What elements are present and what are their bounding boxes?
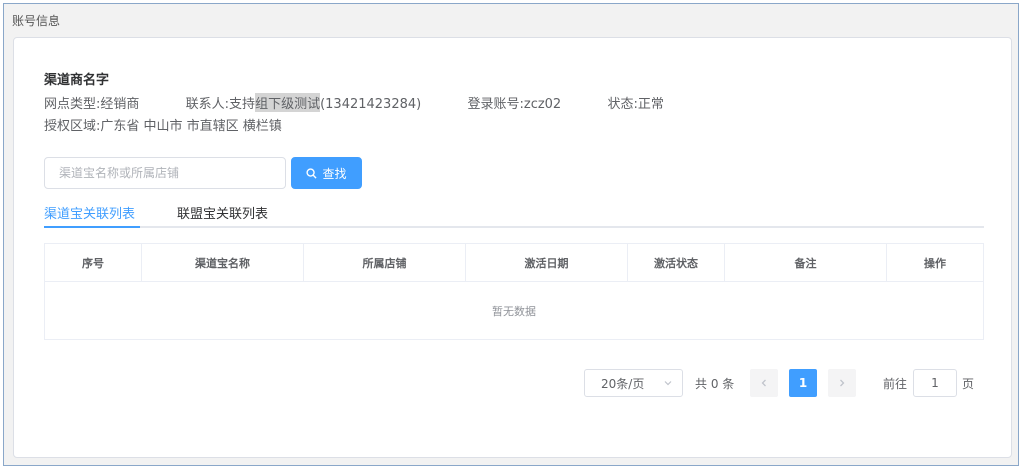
- info-row-primary: 网点类型:经销商 联系人:支持组下级测试(13421423284) 登录账号:z…: [44, 93, 664, 112]
- goto-unit: 页: [962, 376, 975, 391]
- chevron-down-icon: [664, 381, 672, 386]
- column-header: 激活日期: [466, 244, 628, 281]
- contact-phone: (13421423284): [320, 97, 422, 112]
- account-status: 状态:正常: [607, 97, 664, 112]
- table-header: 序号 渠道宝名称 所属店铺 激活日期 激活状态 备注 操作: [45, 244, 983, 282]
- chevron-right-icon: [840, 379, 845, 387]
- page-number-current[interactable]: 1: [789, 369, 817, 397]
- column-header: 序号: [45, 244, 142, 281]
- column-header: 渠道宝名称: [142, 244, 304, 281]
- contact-highlight: 组下级测试: [255, 93, 321, 112]
- tab-active-indicator: [44, 226, 140, 228]
- authorized-region: 授权区域:广东省 中山市 市直辖区 横栏镇: [44, 119, 282, 134]
- relation-table: 序号 渠道宝名称 所属店铺 激活日期 激活状态 备注 操作 暂无数据: [44, 243, 984, 340]
- chevron-left-icon: [761, 379, 766, 387]
- column-header: 操作: [924, 256, 946, 270]
- section-title: 账号信息: [12, 14, 61, 28]
- contact-prefix: 联系人:支持: [185, 97, 256, 112]
- search-input[interactable]: [44, 157, 286, 189]
- total-count: 共 0 条: [695, 376, 735, 391]
- empty-state: 暂无数据: [492, 304, 536, 318]
- search-icon: [306, 167, 318, 179]
- search-button-label: 查找: [322, 166, 347, 181]
- contact: 联系人:支持组下级测试(13421423284): [185, 93, 422, 112]
- page-size-select[interactable]: 20条/页: [584, 369, 683, 397]
- prev-page-button[interactable]: [750, 369, 778, 397]
- goto-label: 前往: [883, 376, 908, 391]
- column-header: 所属店铺: [304, 244, 466, 281]
- tab-channel-list[interactable]: 渠道宝关联列表: [44, 203, 135, 222]
- page-size-value: 20条/页: [601, 376, 645, 391]
- info-card: 渠道商名字 网点类型:经销商 联系人:支持组下级测试(13421423284) …: [13, 37, 1012, 458]
- search-button[interactable]: 查找: [291, 157, 362, 189]
- account-info-panel: 账号信息 渠道商名字 网点类型:经销商 联系人:支持组下级测试(13421423…: [3, 3, 1019, 466]
- channel-name: 渠道商名字: [44, 73, 110, 88]
- next-page-button[interactable]: [828, 369, 856, 397]
- tab-bar: 渠道宝关联列表 联盟宝关联列表: [44, 198, 984, 228]
- column-header: 激活状态: [628, 244, 725, 281]
- login-account: 登录账号:zcz02: [467, 97, 562, 112]
- goto-page-input[interactable]: [913, 369, 957, 397]
- tab-alliance-list[interactable]: 联盟宝关联列表: [177, 203, 268, 222]
- network-type: 网点类型:经销商: [44, 97, 140, 112]
- column-header: 备注: [725, 244, 887, 281]
